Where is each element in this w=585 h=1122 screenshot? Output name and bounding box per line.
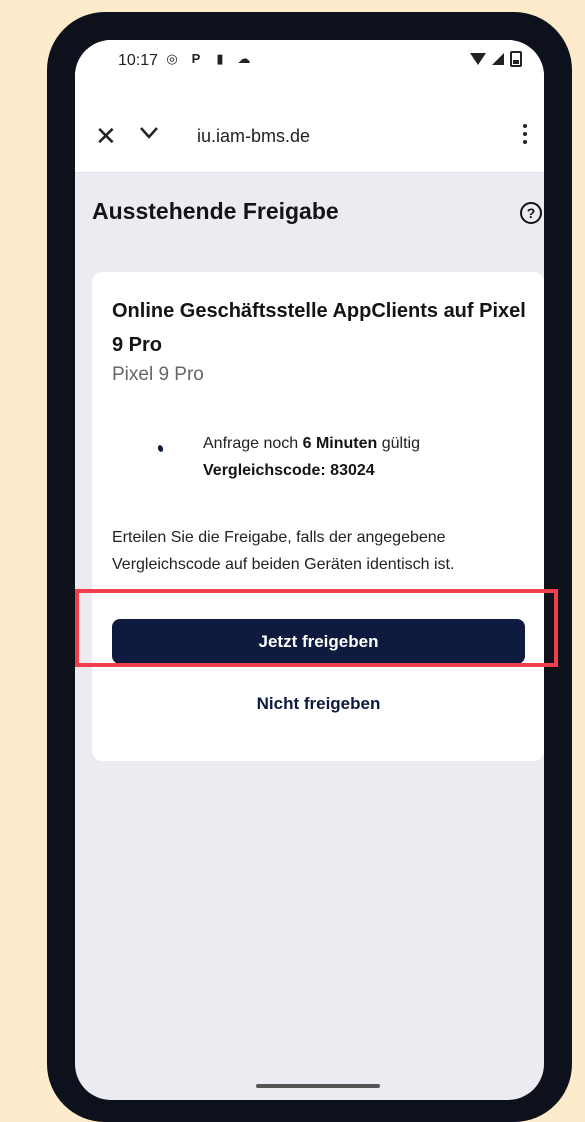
status-left-icons: ◎ P ▮ ☁ <box>165 51 251 67</box>
status-time: 10:17 <box>118 52 159 69</box>
request-time: 6 Minuten <box>302 435 378 452</box>
help-icon[interactable]: ? <box>520 202 542 224</box>
cloud-icon: ☁ <box>237 51 251 66</box>
chevron-down-icon[interactable] <box>139 126 159 140</box>
status-bar: 10:17 ◎ P ▮ ☁ <box>75 40 544 84</box>
home-indicator[interactable] <box>256 1084 380 1088</box>
info-text: Erteilen Sie die Freigabe, falls der ang… <box>112 529 455 573</box>
browser-toolbar: ✕ iu.iam-bms.de <box>75 84 544 173</box>
phone-frame: 10:17 ◎ P ▮ ☁ ✕ iu.iam-bms.de Ausstehend… <box>47 12 572 1122</box>
loading-spinner-icon <box>156 444 165 453</box>
url-text[interactable]: iu.iam-bms.de <box>197 126 310 147</box>
page-title: Ausstehende Freigabe <box>92 198 339 224</box>
more-vert-icon[interactable] <box>523 124 529 148</box>
reject-button[interactable]: Nicht freigeben <box>112 694 525 714</box>
comparison-code: Vergleichscode: 83024 <box>203 462 375 479</box>
request-suffix: gültig <box>377 435 420 452</box>
approval-card: Online Geschäftsstelle AppClients auf Pi… <box>92 272 544 761</box>
signal-icon <box>492 53 504 65</box>
device-name: Pixel 9 Pro <box>112 364 204 385</box>
status-right-icons <box>470 51 522 67</box>
highlight-box <box>75 589 558 667</box>
whatsapp-icon: ◎ <box>166 51 178 66</box>
request-validity: Anfrage noch 6 Minuten gültig <box>203 435 420 453</box>
request-prefix: Anfrage noch <box>203 435 303 452</box>
notification-icon: ▮ <box>216 51 224 66</box>
card-title: Online Geschäftsstelle AppClients auf Pi… <box>112 300 526 356</box>
wifi-icon <box>470 53 486 65</box>
paypal-icon: P <box>191 51 201 66</box>
close-icon[interactable]: ✕ <box>95 123 117 149</box>
phone-screen: 10:17 ◎ P ▮ ☁ ✕ iu.iam-bms.de Ausstehend… <box>75 40 544 1100</box>
battery-icon <box>510 51 522 67</box>
